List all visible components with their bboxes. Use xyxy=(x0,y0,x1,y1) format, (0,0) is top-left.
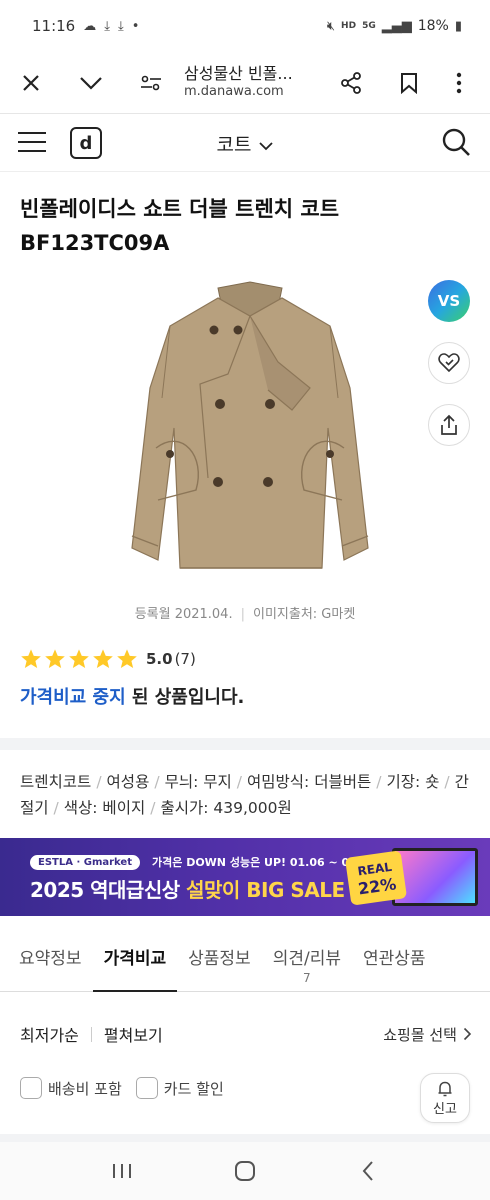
banner-brand-estla: ESTLA · Gmarket xyxy=(30,854,140,870)
status-bar: 11:16 ☁ ⤓ ⤓ • 🔇︎ HD 5G ▂▄▆ 18% ▮ xyxy=(0,0,490,52)
comparison-status: 가격비교 중지 된 상품입니다. xyxy=(20,683,244,709)
recent-apps-button[interactable] xyxy=(100,1149,144,1193)
system-nav-bar xyxy=(0,1142,490,1200)
collapse-button[interactable] xyxy=(66,58,116,108)
clock: 11:16 xyxy=(32,17,76,35)
promo-banner[interactable]: ESTLA · Gmarket 가격은 DOWN 성능은 UP! 01.06 ~… xyxy=(0,838,490,916)
filter-card-discount[interactable]: 카드 할인 xyxy=(135,1077,224,1099)
recent-apps-icon xyxy=(112,1164,131,1178)
star-icon xyxy=(93,649,113,668)
spec-item: 기장: 숏 xyxy=(386,773,440,791)
close-icon xyxy=(23,74,39,91)
review-tab-count: 7 xyxy=(303,971,311,985)
menu-icon[interactable] xyxy=(18,132,46,154)
share-button[interactable] xyxy=(428,404,470,446)
chevron-down-icon xyxy=(258,141,273,150)
page-title: 삼성물산 빈폴... xyxy=(184,64,293,84)
checkbox[interactable] xyxy=(20,1077,42,1099)
section-divider xyxy=(0,738,490,750)
back-button[interactable] xyxy=(346,1149,390,1193)
url-host: m.danawa.com xyxy=(184,84,284,100)
checkbox[interactable] xyxy=(135,1077,158,1099)
site-settings-button[interactable] xyxy=(126,58,176,108)
upload-share-icon xyxy=(441,414,457,435)
review-count: (7) xyxy=(174,650,196,668)
spec-item: 출시가: 439,000원 xyxy=(160,799,292,817)
signal-icon: ▂▄▆ xyxy=(381,18,412,34)
banner-subtitle: 가격은 DOWN 성능은 UP! 01.06 ~ 01.23 xyxy=(152,856,377,869)
spec-item: 여성용 xyxy=(106,773,150,791)
tv-image xyxy=(392,848,478,906)
cloud-icon: ☁ xyxy=(83,18,97,34)
browser-toolbar: 삼성물산 빈폴... m.danawa.com xyxy=(0,52,490,114)
back-icon xyxy=(362,1161,374,1181)
spec-item: 여밈방식: 더블버튼 xyxy=(247,773,372,791)
vs-compare-button[interactable]: VS xyxy=(428,280,470,322)
bell-icon xyxy=(438,1081,452,1096)
hd-voice-icon: HD xyxy=(341,21,357,31)
product-title: 빈폴레이디스 쇼트 더블 트렌치 코트 BF123TC09A xyxy=(20,197,340,255)
spec-summary: 트렌치코트 / 여성용 / 무늬: 무지 / 여밈방식: 더블버튼 / 기장: 숏 / 간절기 / 색상… xyxy=(20,773,469,817)
expand-button[interactable]: 펼쳐보기 xyxy=(104,1022,163,1046)
site-header: d 코트 xyxy=(0,114,490,172)
section-divider xyxy=(0,1134,490,1142)
comparison-stopped-label: 가격비교 중지 xyxy=(20,687,126,708)
tab-related[interactable]: 연관상품 xyxy=(352,930,437,991)
tab-price-compare[interactable]: 가격비교 xyxy=(92,930,178,992)
real-discount-badge: REAL 22% xyxy=(344,850,408,906)
category-label: 코트 xyxy=(216,134,252,156)
chevron-down-icon xyxy=(80,76,102,90)
star-icon xyxy=(69,649,89,668)
sort-lowest-button[interactable]: 최저가순 xyxy=(20,1022,79,1046)
search-button[interactable] xyxy=(440,126,472,162)
tab-reviews[interactable]: 의견/리뷰 7 xyxy=(262,930,352,991)
search-icon xyxy=(442,128,470,156)
wishlist-button[interactable] xyxy=(428,342,470,384)
home-icon xyxy=(234,1161,255,1181)
rating[interactable]: 5.0 (7) xyxy=(20,648,196,670)
5g-icon: 5G xyxy=(362,21,376,31)
bookmark-button[interactable] xyxy=(384,58,434,108)
report-button[interactable]: 신고 xyxy=(420,1073,470,1123)
tune-icon xyxy=(141,75,161,90)
chevron-right-icon xyxy=(463,1027,472,1041)
star-icon xyxy=(117,649,137,668)
share-page-button[interactable] xyxy=(326,58,376,108)
download-icon: ⤓ xyxy=(104,18,110,34)
star-icon xyxy=(45,649,65,668)
dot-icon: • xyxy=(131,18,140,34)
close-tab-button[interactable] xyxy=(6,58,56,108)
mall-select-button[interactable]: 쇼핑몰 선택 xyxy=(383,1024,472,1045)
image-meta: 등록월 2021.04. | 이미지출처: G마켓 xyxy=(134,607,356,622)
heart-icon xyxy=(438,353,460,373)
star-icon xyxy=(21,649,41,668)
filter-include-shipping[interactable]: 배송비 포함 xyxy=(20,1077,122,1099)
battery-icon: ▮ xyxy=(454,18,462,34)
comparison-status-suffix: 된 상품입니다. xyxy=(125,687,245,708)
download-icon: ⤓ xyxy=(117,18,124,34)
danawa-logo[interactable]: d xyxy=(70,127,102,159)
mute-icon: 🔇︎ xyxy=(326,18,336,34)
section-tabs: 요약정보 가격비교 상품정보 의견/리뷰 7 연관상품 xyxy=(0,930,490,992)
spec-item: 색상: 베이지 xyxy=(63,799,146,817)
home-button[interactable] xyxy=(223,1149,267,1193)
tab-summary[interactable]: 요약정보 xyxy=(8,930,93,991)
image-source: 이미지출처: G마켓 xyxy=(252,607,356,622)
rating-score: 5.0 xyxy=(146,650,173,668)
spec-item: 무늬: 무지 xyxy=(164,773,232,791)
price-filters: 배송비 포함 카드 할인 xyxy=(20,1077,238,1099)
share-icon xyxy=(341,71,361,94)
battery-percent: 18% xyxy=(417,18,449,34)
more-vert-icon xyxy=(456,72,462,93)
banner-title: 2025 역대급신상 설맞이 BIG SALE xyxy=(30,878,345,902)
registered-month: 등록월 2021.04. xyxy=(134,607,233,622)
tab-product-info[interactable]: 상품정보 xyxy=(177,930,262,991)
price-sort-row: 최저가순 펼쳐보기 쇼핑몰 선택 xyxy=(20,1022,472,1046)
bookmark-icon xyxy=(401,72,417,94)
spec-item: 트렌치코트 xyxy=(20,773,92,791)
url-bar[interactable]: 삼성물산 빈폴... m.danawa.com xyxy=(176,64,326,100)
more-menu-button[interactable] xyxy=(434,58,484,108)
category-selector[interactable]: 코트 xyxy=(216,134,273,156)
product-image[interactable] xyxy=(110,278,390,588)
